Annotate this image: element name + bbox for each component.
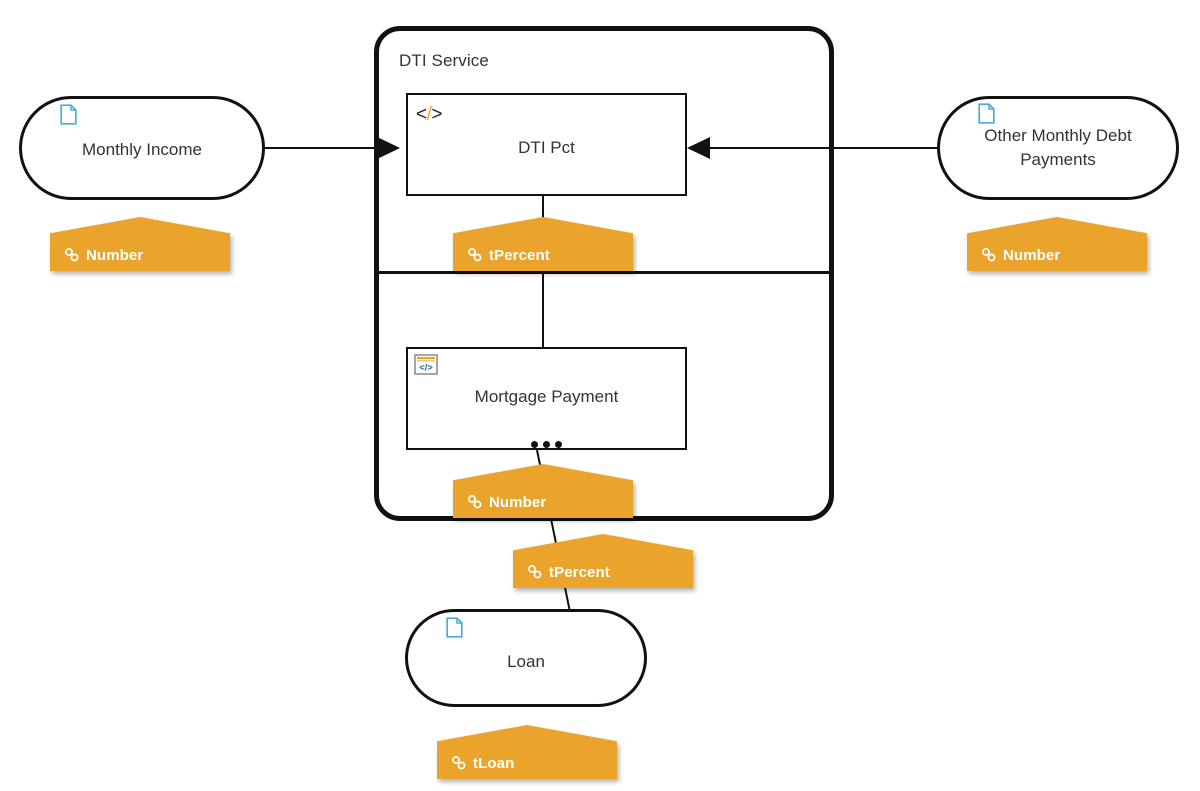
type-tag-loan[interactable]: tLoan [437, 725, 617, 779]
tag-label: Number [86, 246, 144, 264]
tag-label: tPercent [489, 246, 550, 264]
entity-label-loan: Loan [507, 652, 545, 671]
operation-label-dti-pct: DTI Pct [518, 138, 575, 157]
link-icon [452, 756, 466, 770]
ellipsis-dot [531, 441, 538, 448]
tag-content: tPercent [513, 561, 693, 583]
entity-label-monthly-income: Monthly Income [82, 140, 202, 159]
service-divider [376, 271, 832, 274]
tag-label: tPercent [549, 563, 610, 581]
type-tag-dti-pct[interactable]: tPercent [453, 217, 633, 271]
tag-content: Number [453, 491, 633, 513]
document-icon [978, 103, 995, 124]
tag-content: tLoan [437, 752, 617, 774]
code-brackets-icon: </> [416, 104, 443, 125]
type-tag-loan-percent[interactable]: tPercent [513, 534, 693, 588]
type-tag-mortgage-payment[interactable]: Number [453, 464, 633, 518]
tag-content: tPercent [453, 244, 633, 266]
link-icon [65, 248, 79, 262]
service-title: DTI Service [399, 51, 489, 70]
diagram-canvas: DTI Service </> DTI Pct </> Mortgage Pay… [0, 0, 1200, 791]
tag-label: Number [1003, 246, 1061, 264]
operation-label-mortgage-payment: Mortgage Payment [474, 387, 619, 406]
svg-text:</>: </> [419, 363, 433, 374]
entity-label-other-monthly-debt-payments-line1: Other Monthly Debt [984, 126, 1132, 145]
ellipsis-dot [555, 441, 562, 448]
link-icon [468, 495, 482, 509]
type-tag-monthly-income[interactable]: Number [50, 217, 230, 271]
tag-content: Number [50, 244, 230, 266]
tag-content: Number [967, 244, 1147, 266]
tag-label: tLoan [473, 754, 515, 772]
tag-label: Number [489, 493, 547, 511]
type-tag-other-monthly-debt-payments[interactable]: Number [967, 217, 1147, 271]
link-icon [468, 248, 482, 262]
ellipsis-dot [543, 441, 550, 448]
link-icon [528, 565, 542, 579]
code-window-icon: </> [414, 354, 438, 375]
document-icon [446, 617, 463, 638]
operation-ellipsis-mortgage-payment[interactable] [406, 441, 687, 448]
entity-label-other-monthly-debt-payments-line2: Payments [1020, 150, 1096, 169]
document-icon [60, 104, 77, 125]
link-icon [982, 248, 996, 262]
